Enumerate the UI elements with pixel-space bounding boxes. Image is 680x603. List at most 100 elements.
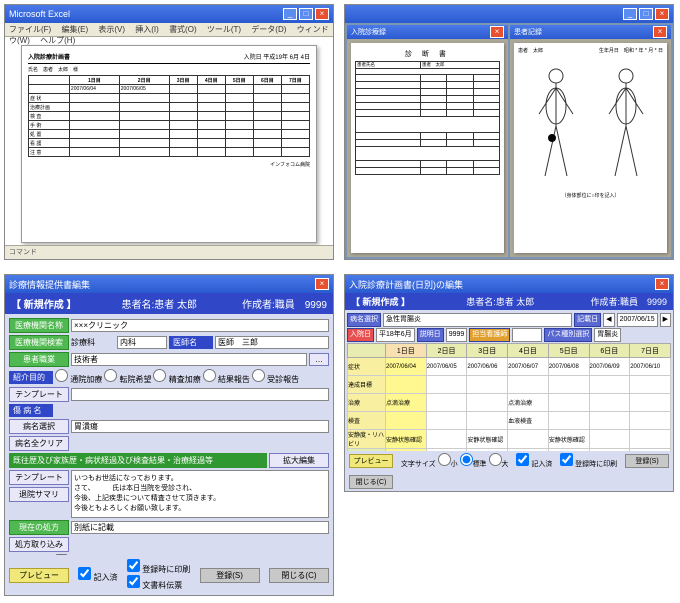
min-button[interactable]: _ bbox=[623, 8, 637, 20]
adm-lbl: 入院日 bbox=[347, 328, 374, 342]
save-btn[interactable]: 登録(S) bbox=[200, 568, 260, 583]
dual-doc-window: _ □ × 入院診療録 × 診 断 書 患者氏名患者 太郎 bbox=[344, 4, 674, 260]
c-tx2[interactable]: 点滴治療 bbox=[508, 394, 549, 412]
dept-lbl: 診療科 bbox=[71, 337, 115, 348]
chk-4[interactable]: 結果報告 bbox=[203, 369, 250, 385]
menu-insert[interactable]: 挿入(I) bbox=[135, 25, 159, 34]
purpose-input[interactable] bbox=[71, 388, 329, 401]
right-pane: 患者記録 × 患者 太郎 生年月日 昭和 * 年 * 月 * 日 bbox=[510, 25, 671, 257]
dis-input[interactable]: 急性胃腸炎 bbox=[383, 313, 572, 327]
q3-band: 【 新規作成 】 患者名:患者 太郎 作成者:職員 9999 bbox=[5, 293, 333, 314]
q4-preview-btn[interactable]: プレビュー bbox=[349, 454, 393, 468]
close-button[interactable]: × bbox=[315, 278, 329, 290]
marker-dot bbox=[548, 134, 556, 142]
preview-btn[interactable]: プレビュー bbox=[9, 568, 69, 583]
close-button[interactable]: × bbox=[315, 8, 329, 20]
menu-view[interactable]: 表示(V) bbox=[98, 25, 125, 34]
chk-2[interactable]: 転院希望 bbox=[104, 369, 151, 385]
print-chk[interactable]: 登録時に印刷 bbox=[127, 565, 190, 574]
fee-chk[interactable]: 文書料伝票 bbox=[127, 581, 182, 590]
max-button[interactable]: □ bbox=[299, 8, 313, 20]
q4-title: 入院診療計画書(日別)の編集 bbox=[349, 278, 463, 291]
q3-footer: プレビュー 記入済 登録時に印刷 文書料伝票 登録(S) 閉じる(C) bbox=[5, 555, 333, 595]
date-val[interactable]: 2007/06/15 bbox=[617, 313, 658, 327]
q2-titlebar[interactable]: _ □ × bbox=[345, 5, 673, 23]
staff-btn[interactable]: 患者職業 bbox=[9, 352, 69, 367]
q4-close-btn[interactable]: 閉じる(C) bbox=[349, 475, 393, 489]
prev-day-btn[interactable]: ◀ bbox=[603, 313, 614, 327]
right-pane-title[interactable]: 患者記録 × bbox=[510, 25, 671, 39]
chk-1[interactable]: 通院加療 bbox=[55, 369, 102, 385]
next-day-btn[interactable]: ▶ bbox=[660, 313, 671, 327]
menu-edit[interactable]: 編集(E) bbox=[61, 25, 88, 34]
dept-input[interactable] bbox=[117, 336, 167, 349]
q4-filed-chk[interactable]: 記入済 bbox=[516, 453, 552, 469]
q4-footer: プレビュー 文字サイズ 小 標準 大 記入済 登録時に印刷 登録(S) 閉じる(… bbox=[345, 451, 673, 491]
clinic-input[interactable] bbox=[71, 319, 329, 332]
disease-clr-btn[interactable]: 病名全クリア bbox=[9, 436, 69, 451]
memo-textarea[interactable] bbox=[71, 470, 329, 518]
close-button[interactable]: × bbox=[655, 278, 669, 290]
rx-input[interactable] bbox=[71, 521, 329, 534]
size-m[interactable]: 標準 bbox=[460, 461, 487, 468]
dr-input[interactable] bbox=[215, 336, 329, 349]
q3-titlebar[interactable]: 診療情報提供書編集 × bbox=[5, 275, 333, 293]
filed-chk[interactable]: 記入済 bbox=[78, 567, 117, 583]
c-r2[interactable]: 安静状態確認 bbox=[467, 430, 508, 449]
summary-btn[interactable]: 退院サマリ bbox=[9, 487, 69, 502]
staff-val[interactable] bbox=[512, 328, 542, 342]
close-button[interactable]: × bbox=[655, 8, 669, 20]
expl-val[interactable]: 9999 bbox=[446, 328, 468, 342]
expand-btn[interactable]: 拡大編集 bbox=[269, 453, 329, 468]
gd-3[interactable]: 2007/06/06 bbox=[467, 358, 508, 376]
c-r3[interactable]: 安静状態確認 bbox=[548, 430, 589, 449]
c-test[interactable]: 血液検査 bbox=[508, 412, 549, 430]
menu-format[interactable]: 書式(O) bbox=[169, 25, 197, 34]
max-button[interactable]: □ bbox=[639, 8, 653, 20]
min-button[interactable]: _ bbox=[283, 8, 297, 20]
menu-file[interactable]: ファイル(F) bbox=[9, 25, 51, 34]
close-icon[interactable]: × bbox=[653, 26, 667, 38]
pat-lbl: 患者氏名 bbox=[356, 62, 421, 69]
size-l[interactable]: 大 bbox=[489, 461, 509, 468]
staff-input[interactable] bbox=[71, 353, 307, 366]
sl-0: 症状 bbox=[348, 358, 386, 376]
q1-menubar[interactable]: ファイル(F) 編集(E) 表示(V) 挿入(I) 書式(O) ツール(T) デ… bbox=[5, 23, 333, 37]
c-tx1[interactable]: 点滴治療 bbox=[386, 394, 427, 412]
q4-author: 職員 9999 bbox=[620, 297, 667, 307]
menu-help[interactable]: ヘルプ(H) bbox=[40, 36, 75, 45]
size-s[interactable]: 小 bbox=[438, 461, 458, 468]
inst-name-btn[interactable]: 医療機関名称 bbox=[9, 318, 69, 333]
gh-7: 7日目 bbox=[630, 344, 671, 358]
gd-4[interactable]: 2007/06/07 bbox=[508, 358, 549, 376]
gd-5[interactable]: 2007/06/08 bbox=[548, 358, 589, 376]
left-pane-title[interactable]: 入院診療録 × bbox=[347, 25, 508, 39]
q1-titlebar[interactable]: Microsoft Excel _ □ × bbox=[5, 5, 333, 23]
q4-save-btn[interactable]: 登録(S) bbox=[625, 454, 669, 468]
menu-tools[interactable]: ツール(T) bbox=[207, 25, 241, 34]
template-btn-2[interactable]: テンプレート bbox=[9, 470, 69, 485]
rlab-0: 症 状 bbox=[29, 94, 70, 103]
disease-input[interactable] bbox=[71, 420, 329, 433]
gd-2[interactable]: 2007/06/05 bbox=[426, 358, 467, 376]
menu-data[interactable]: データ(D) bbox=[251, 25, 286, 34]
disease-sel-btn[interactable]: 病名選択 bbox=[9, 419, 69, 434]
purpose-lbl: 紹介目的 bbox=[9, 371, 53, 384]
plan-grid-editor: 入院診療計画書(日別)の編集 × 【 新規作成 】 患者名:患者 太郎 作成者:… bbox=[344, 274, 674, 492]
template-btn[interactable]: テンプレート bbox=[9, 387, 69, 402]
path-val[interactable]: 胃腸炎 bbox=[594, 328, 621, 342]
inst-search-btn[interactable]: 医療機関検索 bbox=[9, 335, 69, 350]
c-r1[interactable]: 安静状態確認 bbox=[386, 430, 427, 449]
q4-titlebar[interactable]: 入院診療計画書(日別)の編集 × bbox=[345, 275, 673, 293]
chk-5[interactable]: 受診報告 bbox=[252, 369, 299, 385]
gd-6[interactable]: 2007/06/09 bbox=[589, 358, 630, 376]
gd-7[interactable]: 2007/06/10 bbox=[630, 358, 671, 376]
close-btn[interactable]: 閉じる(C) bbox=[269, 568, 329, 583]
gd-1[interactable]: 2007/06/04 bbox=[386, 358, 427, 376]
q4-print-chk[interactable]: 登録時に印刷 bbox=[560, 453, 617, 469]
rx-import-btn[interactable]: 処方取り込み bbox=[9, 537, 69, 552]
close-icon[interactable]: × bbox=[490, 26, 504, 38]
dots-btn[interactable]: … bbox=[309, 353, 329, 366]
adm-val[interactable]: 平18年6月 bbox=[376, 328, 415, 342]
chk-3[interactable]: 精査加療 bbox=[153, 369, 200, 385]
